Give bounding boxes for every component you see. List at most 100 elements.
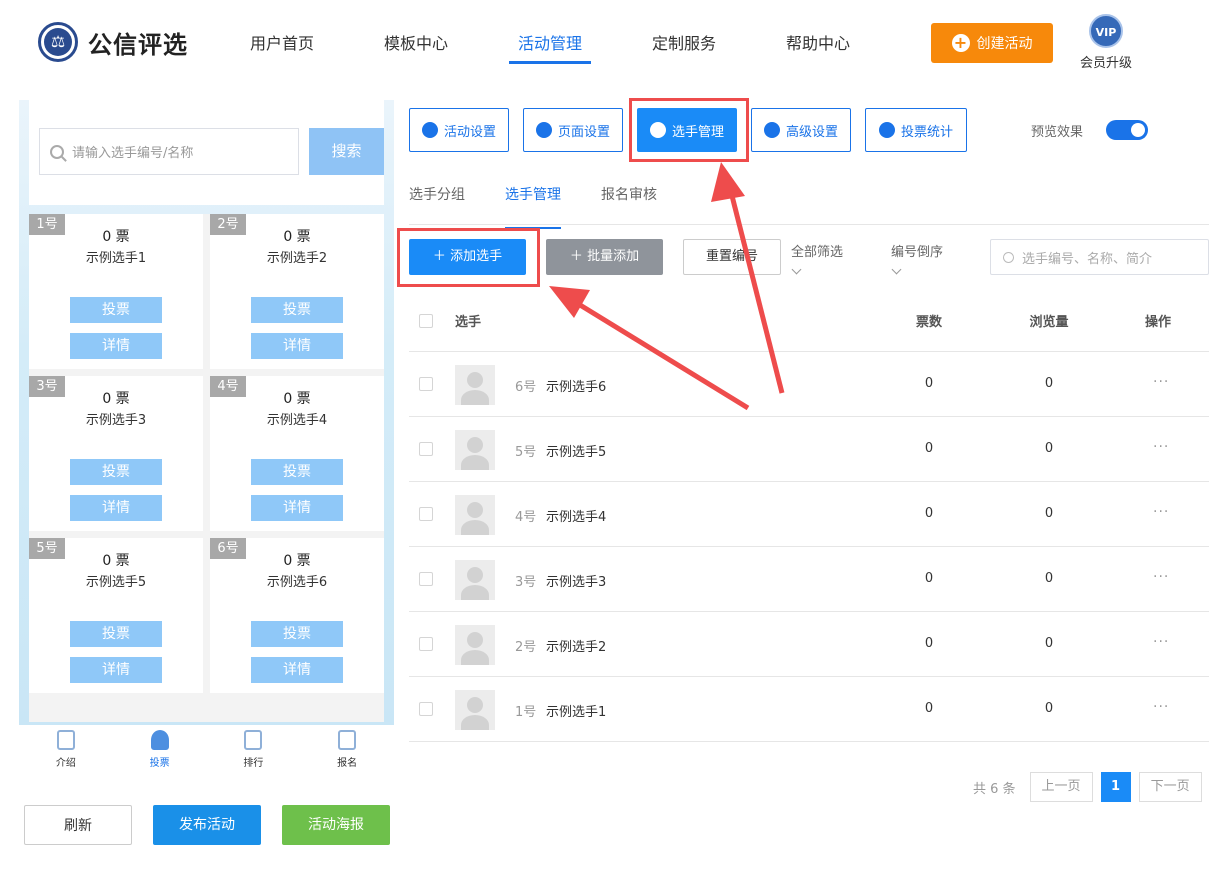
player-views: 0 (1044, 376, 1054, 391)
prev-page-button[interactable]: 上一页 (1029, 772, 1093, 802)
nav-activity-management[interactable]: 活动管理 (483, 0, 617, 70)
nav-templates[interactable]: 模板中心 (349, 0, 483, 70)
activity-poster-button[interactable]: 活动海报 (282, 805, 390, 845)
card-vote-button[interactable]: 投票 (251, 621, 343, 647)
star-icon (421, 122, 438, 138)
next-page-button[interactable]: 下一页 (1138, 772, 1202, 802)
tab-player-groups[interactable]: 选手分组 (409, 170, 465, 224)
player-card: 5号 0 票 示例选手5 投票 详情 (29, 538, 203, 693)
player-number: 5号 (515, 445, 537, 460)
document-icon (56, 730, 75, 750)
player-views: 0 (1044, 701, 1054, 716)
tab-signup-review[interactable]: 报名审核 (601, 170, 657, 224)
preview-search-button[interactable]: 搜索 (309, 128, 384, 175)
toolbar-label: 投票统计 (900, 124, 953, 140)
player-votes: 0 (924, 636, 934, 651)
card-votes: 0 票 (283, 391, 311, 407)
vote-stats-button[interactable]: 投票统计 (865, 108, 967, 152)
tab-player-management[interactable]: 选手管理 (505, 170, 561, 229)
current-page[interactable]: 1 (1100, 772, 1131, 802)
player-views: 0 (1044, 506, 1054, 521)
ranking-icon (244, 730, 263, 750)
player-number: 3号 (515, 575, 537, 590)
top-header: ⚖ 公信评选 用户首页 模板中心 活动管理 定制服务 帮助中心 + 创建活动 V… (0, 0, 1225, 90)
card-detail-button[interactable]: 详情 (251, 333, 343, 359)
reset-number-button[interactable]: 重置编号 (683, 239, 781, 275)
card-vote-button[interactable]: 投票 (70, 621, 162, 647)
tab-vote[interactable]: 投票 (113, 725, 207, 775)
nav-home[interactable]: 用户首页 (215, 0, 349, 70)
tab-ranking[interactable]: 排行 (207, 725, 301, 775)
filter-all-dropdown[interactable]: 全部筛选 (791, 241, 844, 275)
search-placeholder: 请输入选手编号/名称 (72, 146, 194, 161)
card-detail-button[interactable]: 详情 (251, 495, 343, 521)
toolbar-label: 高级设置 (785, 124, 838, 140)
page-settings-button[interactable]: 页面设置 (523, 108, 623, 152)
card-votes: 0 票 (102, 229, 130, 245)
logo[interactable]: ⚖ 公信评选 (38, 22, 188, 62)
nav-help[interactable]: 帮助中心 (751, 0, 885, 70)
card-vote-button[interactable]: 投票 (70, 459, 162, 485)
avatar (455, 430, 495, 470)
avatar (455, 690, 495, 730)
card-name: 示例选手5 (85, 575, 147, 590)
row-checkbox[interactable] (419, 377, 433, 391)
card-votes: 0 票 (283, 229, 311, 245)
activity-settings-button[interactable]: 活动设置 (409, 108, 509, 152)
tab-label: 报名 (337, 758, 358, 769)
more-icon[interactable]: ··· (1153, 439, 1169, 455)
card-vote-button[interactable]: 投票 (70, 297, 162, 323)
card-name: 示例选手4 (266, 413, 328, 428)
tab-label: 介绍 (55, 758, 76, 769)
nav-custom-service[interactable]: 定制服务 (617, 0, 751, 70)
row-checkbox[interactable] (419, 572, 433, 586)
sub-tabs: 选手分组 选手管理 报名审核 (409, 170, 1209, 229)
more-icon[interactable]: ··· (1153, 374, 1169, 390)
batch-add-button[interactable]: ＋ 批量添加 (546, 239, 663, 275)
card-detail-button[interactable]: 详情 (70, 333, 162, 359)
more-icon[interactable]: ··· (1153, 569, 1169, 585)
card-votes: 0 票 (283, 553, 311, 569)
row-checkbox[interactable] (419, 507, 433, 521)
advanced-settings-button[interactable]: 高级设置 (751, 108, 851, 152)
gear-icon (535, 122, 552, 138)
player-name: 示例选手3 (546, 575, 607, 590)
card-detail-button[interactable]: 详情 (251, 657, 343, 683)
row-checkbox[interactable] (419, 637, 433, 651)
total-count: 共 6 条 (973, 781, 1016, 797)
annotation-highlight-box (397, 228, 540, 287)
refresh-button[interactable]: 刷新 (24, 805, 132, 845)
header-votes: 票数 (915, 315, 942, 330)
avatar (455, 560, 495, 600)
preview-toggle[interactable] (1106, 120, 1148, 140)
filter-label: 全部筛选 (791, 245, 844, 260)
create-activity-button[interactable]: + 创建活动 (931, 23, 1053, 63)
tab-signup[interactable]: 报名 (300, 725, 394, 775)
row-checkbox[interactable] (419, 702, 433, 716)
bar-chart-icon (878, 122, 895, 138)
publish-activity-button[interactable]: 发布活动 (153, 805, 261, 845)
more-icon[interactable]: ··· (1153, 699, 1169, 715)
player-name: 示例选手4 (546, 510, 607, 525)
card-vote-button[interactable]: 投票 (251, 297, 343, 323)
sort-dropdown[interactable]: 编号倒序 (891, 241, 943, 275)
vip-upgrade[interactable]: VIP 会员升级 (1076, 14, 1136, 71)
batch-add-label: 批量添加 (587, 249, 640, 264)
more-icon[interactable]: ··· (1153, 634, 1169, 650)
preview-search-input[interactable]: 请输入选手编号/名称 (39, 128, 299, 175)
tab-intro[interactable]: 介绍 (19, 725, 113, 775)
more-icon[interactable]: ··· (1153, 504, 1169, 520)
player-search-input[interactable]: 选手编号、名称、简介 (990, 239, 1209, 275)
table-row: 3号 示例选手3 0 0 ··· (409, 547, 1209, 612)
id-card-icon (338, 730, 357, 750)
table-row: 4号 示例选手4 0 0 ··· (409, 482, 1209, 547)
player-votes: 0 (924, 571, 934, 586)
card-vote-button[interactable]: 投票 (251, 459, 343, 485)
preview-search-panel: 请输入选手编号/名称 搜索 (29, 100, 384, 205)
search-icon (50, 144, 64, 159)
row-checkbox[interactable] (419, 442, 433, 456)
player-name: 示例选手6 (546, 380, 607, 395)
card-detail-button[interactable]: 详情 (70, 495, 162, 521)
select-all-checkbox[interactable] (419, 314, 433, 328)
card-detail-button[interactable]: 详情 (70, 657, 162, 683)
